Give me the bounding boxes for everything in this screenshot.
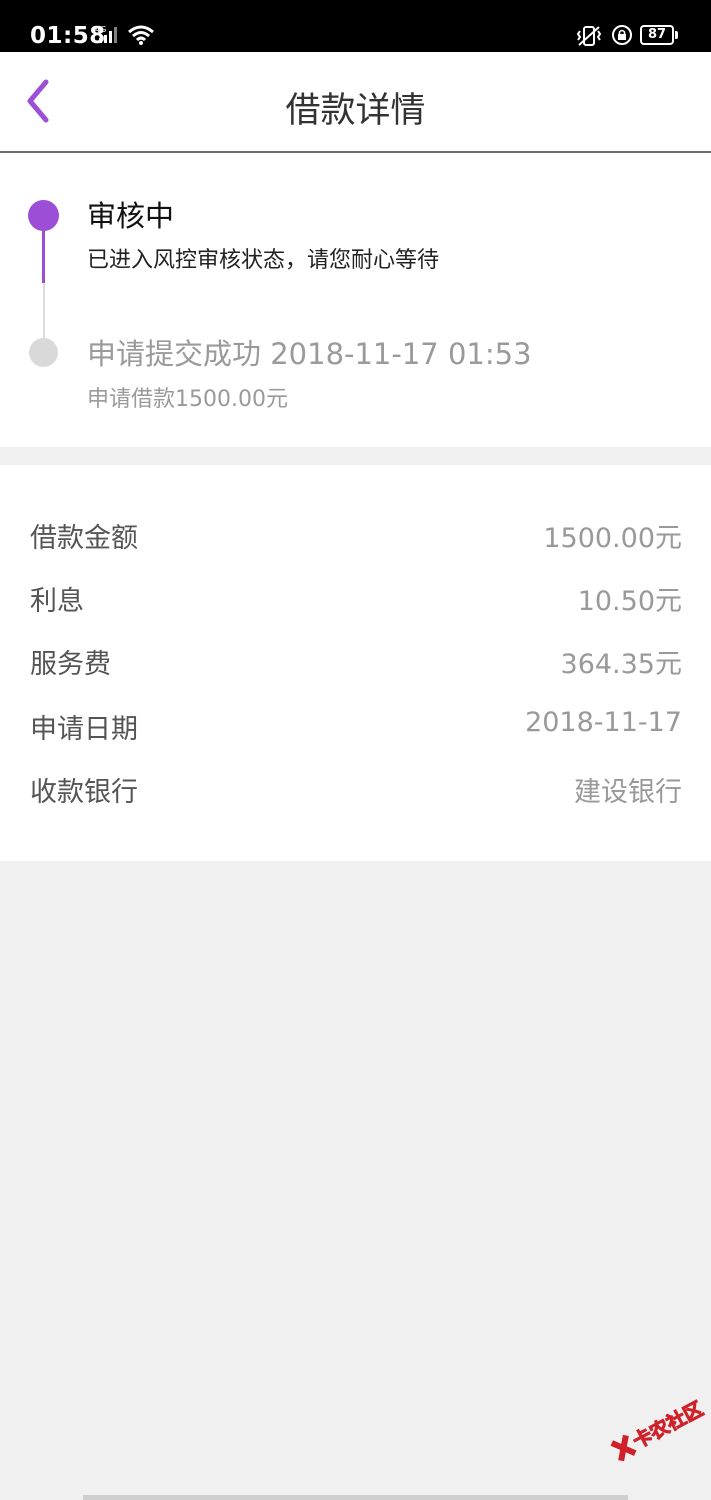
- timeline-line-inactive: [43, 283, 45, 339]
- detail-value: 1500.00元: [543, 523, 682, 554]
- detail-value: 10.50元: [577, 586, 682, 617]
- loan-details-card: 借款金额 1500.00元 利息 10.50元 服务费 364.35元 申请日期…: [0, 465, 711, 861]
- detail-value: 2018-11-17: [525, 707, 682, 738]
- watermark-text: 卡农社区: [629, 1397, 707, 1453]
- network-type-label: 4G: [95, 25, 106, 34]
- timeline-step-title: 申请提交成功 2018-11-17 01:53: [87, 337, 532, 371]
- detail-row-receiving-bank: 收款银行 建设银行: [0, 770, 711, 820]
- battery-indicator: 87: [640, 25, 678, 45]
- detail-label: 借款金额: [30, 523, 138, 554]
- page-title: 借款详情: [285, 91, 426, 131]
- detail-label: 服务费: [30, 649, 111, 680]
- timeline-dot-active: [28, 200, 59, 231]
- status-bar: 01:58 4G 87: [0, 0, 711, 52]
- timeline-step-desc: 申请借款1500.00元: [87, 387, 288, 412]
- detail-row-loan-amount: 借款金额 1500.00元: [0, 516, 711, 566]
- timeline-step-desc: 已进入风控审核状态，请您耐心等待: [87, 248, 440, 273]
- detail-value: 364.35元: [560, 649, 682, 680]
- status-timeline: 审核中 已进入风控审核状态，请您耐心等待 申请提交成功 2018-11-17 0…: [0, 153, 711, 447]
- detail-row-apply-date: 申请日期 2018-11-17: [0, 707, 711, 757]
- bottom-nav-hint: [83, 1495, 628, 1500]
- watermark-logo: 卡农社区: [604, 1389, 711, 1475]
- detail-label: 利息: [30, 586, 84, 617]
- detail-label: 申请日期: [30, 714, 138, 745]
- timeline-line-active: [42, 229, 45, 283]
- detail-row-interest: 利息 10.50元: [0, 579, 711, 629]
- rotation-lock-icon: [611, 24, 633, 50]
- timeline-step-title: 审核中: [87, 199, 175, 233]
- timeline-dot-inactive: [29, 338, 58, 367]
- vibrate-icon: [575, 25, 603, 51]
- detail-label: 收款银行: [30, 777, 138, 808]
- cellular-signal-icon: 4G: [95, 24, 121, 48]
- detail-value: 建设银行: [574, 777, 682, 808]
- detail-row-service-fee: 服务费 364.35元: [0, 642, 711, 692]
- app-header: 借款详情: [0, 52, 711, 153]
- wifi-icon: [127, 24, 155, 50]
